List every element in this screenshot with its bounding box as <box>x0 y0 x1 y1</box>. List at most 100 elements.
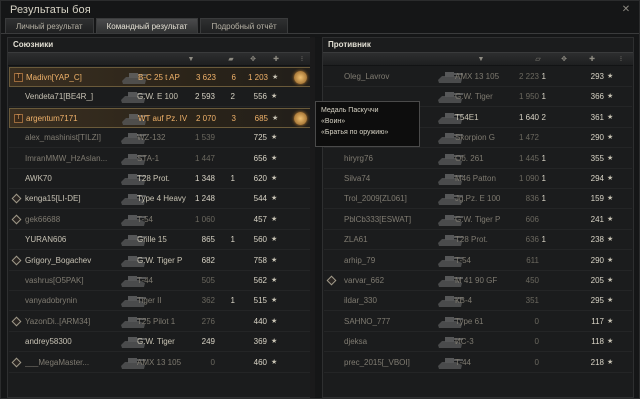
damage-value: 0 <box>534 316 539 326</box>
enemies-panel: Противник ▼ ▱ ✥ ✚ ⁝ Oleg_Lavrov AMX 13 10… <box>322 37 634 398</box>
player-name: PblCb333[ESWAT] <box>344 214 412 224</box>
star-icon: ★ <box>607 256 614 264</box>
star-icon: ★ <box>271 195 278 203</box>
tooltip-line: Медаль Паскуччи <box>321 107 379 114</box>
tank-name: T54E1 <box>455 112 479 122</box>
xp-icon[interactable]: ✚ <box>587 55 597 64</box>
xp-value: 758 <box>253 255 267 265</box>
damage-value: 682 <box>201 255 215 265</box>
kills-value: 1 <box>230 235 235 245</box>
player-row[interactable]: andrey58300 G.W. Tiger 249 369 ★ <box>9 332 311 353</box>
player-row[interactable]: YURAN606 Grille 15 865 1 560 ★ <box>9 230 311 251</box>
xp-value: 562 <box>253 276 267 285</box>
player-row[interactable]: ildar_330 КВ-4 351 295 ★ <box>324 291 632 312</box>
xp-value: 241 <box>590 214 604 224</box>
tank-name: Об. 261 <box>455 153 484 163</box>
xp-value: 725 <box>253 133 267 143</box>
player-row[interactable]: gek66688 T-54 1 060 457 ★ <box>9 210 311 230</box>
xp-value: 457 <box>253 214 267 224</box>
player-row[interactable]: AWK70 T28 Prot. 1 348 1 620 ★ <box>9 169 311 189</box>
player-row[interactable]: Grigory_Bogachev G.W. Tiger P 682 758 ★ <box>9 251 311 271</box>
player-name: Oleg_Lavrov <box>344 72 390 81</box>
star-icon: ★ <box>271 215 278 223</box>
medal-icon[interactable]: ⁝ <box>616 55 626 64</box>
xp-value: 117 <box>591 316 604 326</box>
kills-value: 6 <box>231 73 236 82</box>
tank-name: Type 4 Heavy <box>137 194 186 204</box>
xp-icon[interactable]: ✚ <box>271 55 281 64</box>
damage-icon[interactable]: ▰ <box>226 55 236 64</box>
star-icon: ★ <box>272 74 279 81</box>
tank-name: AMX 13 105 <box>137 357 182 367</box>
tank-name: Type 61 <box>455 316 484 326</box>
player-name: ildar_330 <box>344 296 377 306</box>
tank-class-icon[interactable]: ▱ <box>533 55 543 64</box>
star-icon: ★ <box>607 277 614 284</box>
player-row[interactable]: vanyadobrynin Tiger II 362 1 515 ★ <box>9 291 311 312</box>
player-name: varvar_662 <box>344 276 385 285</box>
tank-name: T28 Prot. <box>137 174 170 183</box>
damage-value: 351 <box>525 296 539 306</box>
tab-detailed[interactable]: Подробный отчёт <box>200 18 288 33</box>
player-row[interactable]: djeksa ИС-3 0 118 ★ <box>324 332 632 353</box>
player-row[interactable]: ZLA61 T28 Prot. 636 1 238 ★ <box>324 230 632 251</box>
clan-icon <box>326 275 337 286</box>
player-row[interactable]: prec_2015[_VBOI] T-44 0 218 ★ <box>324 353 632 373</box>
tank-name: G.W. Tiger <box>137 337 175 347</box>
player-row[interactable]: varvar_662 M 41 90 GF 450 205 ★ <box>324 271 632 291</box>
tooltip-line: «Братья по оружию» <box>321 129 389 136</box>
tank-name: WT auf Pz. IV <box>138 113 188 123</box>
medal-icon[interactable] <box>294 71 307 84</box>
player-row[interactable]: ___MegaMaster... AMX 13 105 0 460 ★ <box>9 353 311 373</box>
player-row[interactable]: Silva74 M46 Patton 1 090 1 294 ★ <box>324 169 632 189</box>
star-icon: ★ <box>607 195 614 203</box>
platoon-icon: T <box>14 113 23 123</box>
xp-value: 290 <box>590 133 604 143</box>
player-row[interactable]: hiryrg76 Об. 261 1 445 1 355 ★ <box>324 149 632 169</box>
tab-team[interactable]: Командный результат <box>95 18 199 33</box>
kills-icon[interactable]: ✥ <box>559 55 569 64</box>
player-row[interactable]: Vendeta71[BE4R_] G.W. E 100 2 593 2 556 ★ <box>9 87 311 108</box>
kills-value: 1 <box>230 296 235 306</box>
star-icon: ★ <box>271 154 278 162</box>
enemies-title: Противник <box>328 40 371 49</box>
player-name: Trol_2009[ZL061] <box>344 194 407 204</box>
xp-value: 294 <box>590 174 604 183</box>
player-row[interactable]: kenga15[LI-DE] Type 4 Heavy 1 248 544 ★ <box>9 189 311 210</box>
player-row[interactable]: SAHNO_777 Type 61 0 117 ★ <box>324 312 632 332</box>
star-icon: ★ <box>271 93 278 101</box>
tank-name: Tiger II <box>137 296 162 306</box>
sort-tank-icon[interactable]: ▼ <box>186 55 196 64</box>
xp-value: 440 <box>253 316 267 326</box>
tank-name: T-44 <box>455 357 472 367</box>
sort-tank-icon[interactable]: ▼ <box>476 55 486 64</box>
player-row[interactable]: PblCb333[ESWAT] G.W. Tiger P 606 241 ★ <box>324 210 632 230</box>
damage-value: 362 <box>201 296 215 306</box>
player-row[interactable]: YazonDi..[ARM34] T25 Pilot 1 276 440 ★ <box>9 312 311 332</box>
close-icon[interactable]: ✕ <box>620 4 632 16</box>
clan-icon <box>11 214 22 225</box>
player-row[interactable]: arhip_79 T-54 611 290 ★ <box>324 251 632 271</box>
medal-icon[interactable] <box>294 111 307 125</box>
tank-name: T28 Prot. <box>455 235 488 245</box>
player-row[interactable]: Oleg_Lavrov AMX 13 105 2 223 1 293 ★ <box>324 67 632 87</box>
tab-personal[interactable]: Личный результат <box>5 18 94 33</box>
player-row[interactable]: Trol_2009[ZL061] Jg.Pz. E 100 836 1 159 ★ <box>324 189 632 210</box>
tooltip-line: «Воин» <box>321 118 346 125</box>
star-icon: ★ <box>271 175 278 182</box>
player-name: vashrus[O5PAK] <box>25 276 84 285</box>
player-row[interactable]: vashrus[O5PAK] T-44 505 562 ★ <box>9 271 311 291</box>
player-row[interactable]: Targentum7171 WT auf Pz. IV 2 070 3 685 ★ <box>9 107 311 128</box>
player-row[interactable]: ImranMMW_HzAslan... STA-1 1 447 656 ★ <box>9 149 311 169</box>
player-name: djeksa <box>344 337 368 347</box>
medal-icon[interactable]: ⁝ <box>297 55 307 64</box>
star-icon: ★ <box>271 256 278 264</box>
player-row[interactable]: alex_mashinist[TILZI] WZ-132 1 539 725 ★ <box>9 128 311 149</box>
player-row[interactable]: T Madivn[YAP_C] B-C 25 t AP 3 623 6 1 203 ★ <box>9 67 311 87</box>
kills-icon[interactable]: ✥ <box>248 55 258 64</box>
xp-value: 118 <box>591 337 604 347</box>
damage-value: 3 623 <box>195 73 216 82</box>
kills-value: 1 <box>541 72 546 81</box>
xp-value: 205 <box>590 276 604 285</box>
player-name: arhip_79 <box>344 255 376 265</box>
